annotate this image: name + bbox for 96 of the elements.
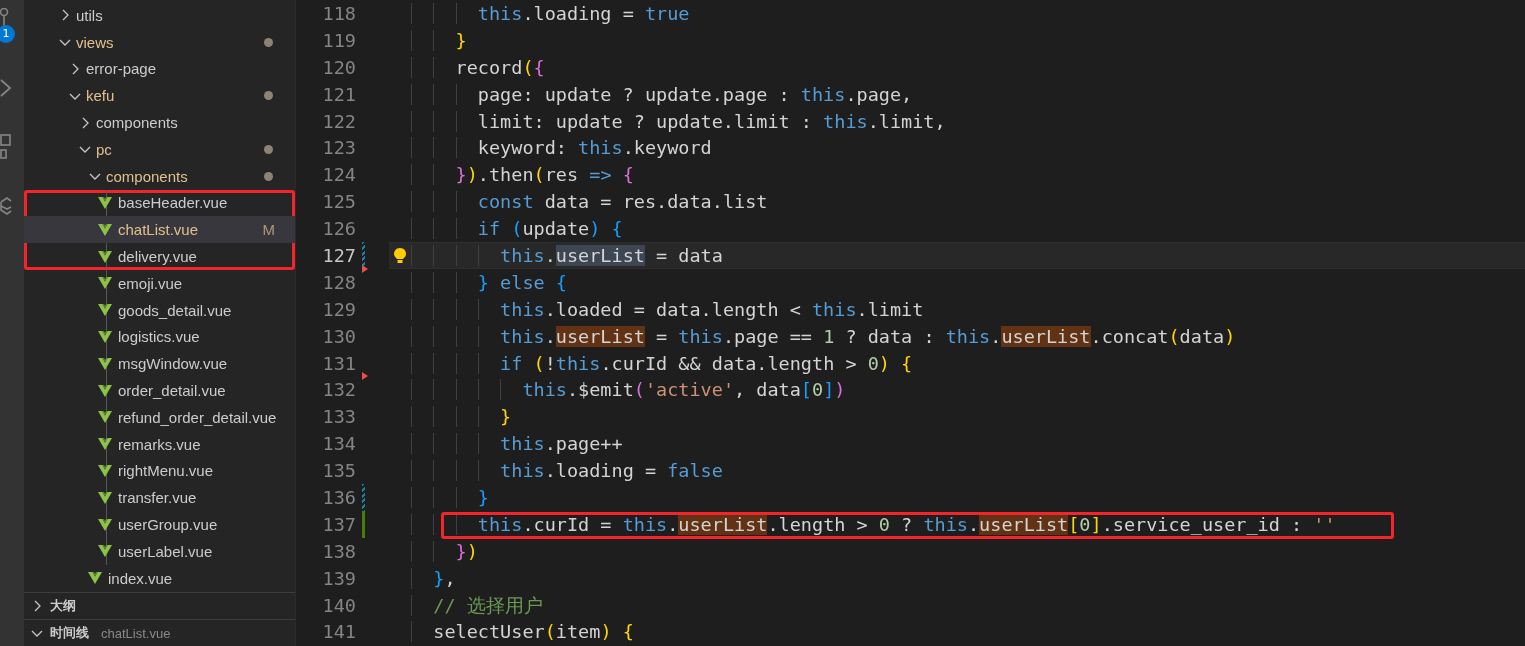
panel-header[interactable]: 大纲 xyxy=(24,592,295,619)
code-line: if (update) { xyxy=(411,218,623,240)
tree-item[interactable]: utils xyxy=(24,2,295,29)
modified-dot xyxy=(264,91,273,101)
code-line: if (!this.curId && data.length > 0) { xyxy=(411,352,913,374)
vue-file-icon xyxy=(98,330,112,343)
line-number: 129 xyxy=(321,298,356,320)
line-number: 138 xyxy=(321,540,356,562)
tree-item[interactable]: error-page xyxy=(24,55,295,83)
vue-file-icon xyxy=(98,304,112,317)
code-line: } else { xyxy=(411,271,567,293)
tree-item[interactable]: emoji.vue xyxy=(24,269,295,297)
tree-item[interactable]: refund_order_detail.vue xyxy=(24,403,295,431)
vue-file-icon xyxy=(98,223,112,236)
code-line: page: update ? update.page : this.page, xyxy=(411,83,913,105)
tree-item[interactable]: transfer.vue xyxy=(24,484,295,512)
line-number: 122 xyxy=(321,110,356,132)
tree-item[interactable]: kefu xyxy=(24,82,295,110)
line-number: 133 xyxy=(321,406,356,428)
panel-header[interactable]: 时间线 chatList.vue xyxy=(24,619,295,646)
tree-item[interactable]: components xyxy=(24,162,295,190)
line-number: 141 xyxy=(321,621,356,643)
panel-subtitle: chatList.vue xyxy=(101,625,171,641)
vue-file-icon xyxy=(98,196,112,209)
tree-item[interactable]: remarks.vue xyxy=(24,430,295,458)
vue-file-icon xyxy=(98,438,112,451)
tree-item[interactable]: delivery.vue xyxy=(24,243,295,270)
code-line: this.loading = true xyxy=(411,2,690,24)
line-number: 132 xyxy=(321,379,356,401)
code-line: } xyxy=(411,29,467,51)
tree-item[interactable]: views xyxy=(24,28,295,56)
code-line: this.loaded = data.length < this.limit xyxy=(411,298,924,320)
code-line: } xyxy=(411,406,512,428)
line-number: 124 xyxy=(321,164,356,186)
line-number: 120 xyxy=(321,56,356,78)
vue-file-icon xyxy=(98,411,112,424)
code-line: this.userList = data xyxy=(411,244,723,266)
vue-file-icon xyxy=(98,464,112,477)
vue-file-icon xyxy=(98,357,112,370)
code-line: // 选择用户 xyxy=(411,592,543,618)
tree-item[interactable]: chatList.vue M xyxy=(24,216,295,244)
code-line: this.userList = this.page == 1 ? data : this.userList.concat(data) xyxy=(411,325,1236,347)
code-line: this.page++ xyxy=(411,433,623,455)
code-line: this.loading = false xyxy=(411,460,723,482)
modified-dot xyxy=(264,171,273,181)
tree-item[interactable]: index.vue xyxy=(24,564,295,592)
line-number: 134 xyxy=(321,433,356,455)
vue-file-icon xyxy=(98,545,112,558)
line-number: 121 xyxy=(321,83,356,105)
line-number: 127 xyxy=(321,244,356,266)
line-number: 135 xyxy=(321,460,356,482)
code-line: keyword: this.keyword xyxy=(411,137,712,159)
code-line: }).then(res => { xyxy=(411,164,634,186)
line-number: 126 xyxy=(321,218,356,240)
modified-dot xyxy=(264,37,273,47)
code-line: selectUser(item) { xyxy=(411,621,634,643)
panel-title: 时间线 xyxy=(50,624,89,642)
notification-badge: 1 xyxy=(0,25,15,43)
line-number: 136 xyxy=(321,486,356,508)
code-line: } xyxy=(411,486,489,508)
tree-item[interactable]: pc xyxy=(24,136,295,163)
tree-item[interactable]: userGroup.vue xyxy=(24,511,295,538)
modified-dot xyxy=(264,144,273,154)
code-line: limit: update ? update.limit : this.limit, xyxy=(411,110,946,132)
code-line: this.curId = this.userList.length > 0 ? this.userList[0].service_user_id : '' xyxy=(411,513,1336,535)
tree-item[interactable]: msgWindow.vue xyxy=(24,350,295,378)
line-number: 131 xyxy=(321,352,356,374)
vue-file-icon xyxy=(98,491,112,504)
panel-title: 大纲 xyxy=(50,597,76,615)
tree-item[interactable]: rightMenu.vue xyxy=(24,457,295,485)
vue-file-icon xyxy=(88,572,102,585)
tree-item[interactable]: components xyxy=(24,109,295,136)
line-number: 128 xyxy=(321,271,356,293)
lightbulb-icon[interactable] xyxy=(393,247,407,264)
tree-item[interactable]: userLabel.vue xyxy=(24,537,295,565)
tree-item[interactable]: order_detail.vue xyxy=(24,377,295,404)
vue-file-icon xyxy=(98,518,112,531)
code-line: record({ xyxy=(411,56,545,78)
line-number: 118 xyxy=(321,2,356,24)
window-icon[interactable] xyxy=(0,134,12,160)
line-number: 139 xyxy=(321,567,356,589)
line-number: 130 xyxy=(321,325,356,347)
code-line: this.$emit('active', data[0]) xyxy=(411,379,846,401)
vue-file-icon xyxy=(98,277,112,290)
tree-item[interactable]: logistics.vue xyxy=(24,323,295,351)
tree-item[interactable]: goods_detail.vue xyxy=(24,296,295,324)
code-line: const data = res.data.list xyxy=(411,191,768,213)
line-number: 123 xyxy=(321,137,356,159)
git-status-label: M xyxy=(262,221,275,239)
vue-file-icon xyxy=(98,384,112,397)
vue-file-icon xyxy=(98,250,112,263)
line-number: 140 xyxy=(321,594,356,616)
line-number: 125 xyxy=(321,191,356,213)
tree-item[interactable]: baseHeader.vue xyxy=(24,189,295,217)
line-number: 137 xyxy=(321,513,356,535)
line-number: 119 xyxy=(321,29,356,51)
